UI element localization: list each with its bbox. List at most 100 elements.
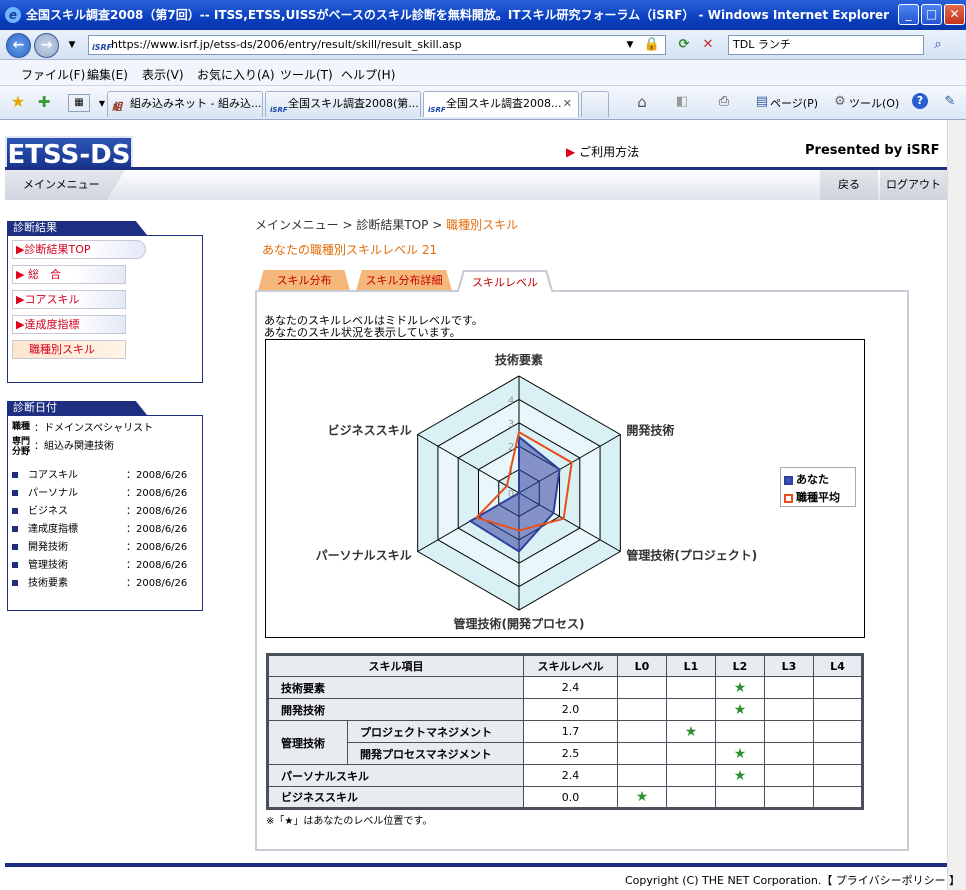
- date-row: 達成度指標 ：2008/6/26: [12, 520, 187, 535]
- level-cell: [617, 698, 667, 721]
- row-level: 2.4: [523, 764, 618, 787]
- feeds-icon[interactable]: ◧: [672, 92, 692, 112]
- radar-chart-frame: 0 1 2 3 4 技術要素 開発技術 管理技術(プロジェクト) 管理技術(開発プロセス) パーソ…: [265, 339, 865, 638]
- job-skill-link-active[interactable]: 職種別スキル: [12, 340, 126, 359]
- minimize-button[interactable]: _: [898, 4, 919, 25]
- new-tab-button[interactable]: [581, 91, 609, 117]
- history-dropdown-icon[interactable]: ▼: [62, 35, 82, 55]
- vertical-scrollbar[interactable]: [947, 120, 966, 890]
- level-cell: [764, 720, 814, 743]
- maximize-button[interactable]: □: [921, 4, 942, 25]
- address-dropdown-icon[interactable]: ▼: [620, 35, 640, 55]
- home-icon[interactable]: ⌂: [632, 92, 652, 112]
- logout-link[interactable]: ログアウト: [880, 170, 947, 200]
- site-favicon: iSRF: [92, 43, 113, 52]
- level-cell: [764, 786, 814, 809]
- group-label-management: 管理技術: [267, 720, 348, 765]
- results-header: 診断結果: [7, 221, 147, 235]
- back-button[interactable]: ←: [6, 33, 31, 58]
- radar-axis-label: パーソナルスキル: [316, 549, 412, 563]
- add-favorite-icon[interactable]: ✚: [34, 92, 54, 112]
- back-link[interactable]: 戻る: [820, 170, 878, 200]
- main-menu-link[interactable]: メインメニュー: [5, 170, 125, 200]
- table-row: 管理技術 プロジェクトマネジメント 1.7 ★: [267, 720, 863, 765]
- refresh-icon[interactable]: ⟳: [674, 35, 694, 55]
- close-window-button[interactable]: ✕: [944, 4, 965, 25]
- result-top-link[interactable]: ▶診断結果TOP: [12, 240, 146, 259]
- table-row: 技術要素 2.4 ★: [267, 676, 863, 699]
- breadcrumb-result-top[interactable]: 診断結果TOP: [356, 218, 428, 232]
- search-icon[interactable]: ⌕: [928, 35, 948, 55]
- menu-edit[interactable]: 編集(E): [87, 66, 128, 83]
- achievement-link[interactable]: ▶達成度指標: [12, 315, 126, 334]
- star-icon: ★: [733, 701, 747, 718]
- level-cell: [764, 676, 814, 699]
- lock-icon[interactable]: 🔒: [642, 35, 662, 55]
- tools-gear-icon[interactable]: ⚙: [830, 92, 850, 112]
- level-cell: [813, 786, 863, 809]
- menu-favorites[interactable]: お気に入り(A): [197, 66, 275, 83]
- level-cell: [666, 742, 716, 765]
- menu-view[interactable]: 表示(V): [142, 66, 184, 83]
- level-cell: [617, 742, 667, 765]
- search-input[interactable]: TDL ランチ: [728, 35, 924, 55]
- tab-skill-distribution-detail[interactable]: スキル分布詳細: [356, 270, 452, 291]
- site-logo: ETSS-DS: [5, 136, 133, 170]
- favorites-star-icon[interactable]: ★: [8, 92, 28, 112]
- header-l2: L2: [715, 654, 765, 677]
- row-level: 1.7: [523, 720, 618, 743]
- star-icon: ★: [733, 679, 747, 696]
- browser-tab-2[interactable]: iSRF 全国スキル調査2008(第...: [265, 91, 421, 117]
- page-menu[interactable]: ページ(P): [770, 95, 818, 111]
- print-icon[interactable]: ⎙: [714, 92, 734, 112]
- research-icon[interactable]: ✎: [940, 92, 960, 112]
- job-label: 職種: [12, 422, 31, 432]
- tools-menu[interactable]: ツール(O): [849, 95, 899, 111]
- overall-link[interactable]: ▶ 総 合: [12, 265, 126, 284]
- page-icon[interactable]: ▤: [752, 92, 772, 112]
- bullet-icon: [12, 526, 18, 532]
- radar-axis-label: 管理技術(プロジェクト): [626, 548, 757, 563]
- star-icon: ★: [684, 723, 698, 740]
- breadcrumb-current: 職種別スキル: [446, 218, 519, 232]
- star-icon: ★: [733, 767, 747, 784]
- header-skill-item: スキル項目: [267, 654, 524, 677]
- radar-axis-label: ビジネススキル: [328, 423, 412, 438]
- site-nav-bar: [5, 170, 947, 200]
- radar-axis-label: 技術要素: [495, 352, 543, 367]
- bullet-icon: [12, 472, 18, 478]
- legend-swatch: [784, 493, 793, 503]
- browser-tab-3-active[interactable]: iSRF 全国スキル調査2008... ✕: [423, 91, 579, 117]
- window-title: 全国スキル調査2008（第7回）-- ITSS,ETSS,UISSがベースのスキ…: [26, 8, 890, 22]
- browser-tab-1[interactable]: 組 組み込みネット - 組み込...: [107, 91, 263, 117]
- menu-help[interactable]: ヘルプ(H): [341, 66, 395, 83]
- breadcrumb-main-menu[interactable]: メインメニュー: [255, 218, 339, 232]
- usage-guide-link[interactable]: ▶ ご利用方法: [566, 143, 639, 160]
- forward-button[interactable]: →: [34, 33, 59, 58]
- radar-tick-label: 2: [508, 442, 514, 453]
- header-skill-level: スキルレベル: [523, 654, 618, 677]
- date-row: コアスキル ：2008/6/26: [12, 466, 187, 481]
- address-bar[interactable]: iSRF https://www.isrf.jp/etss-ds/2006/en…: [88, 35, 666, 55]
- date-row: 開発技術 ：2008/6/26: [12, 538, 187, 553]
- quick-tabs-icon[interactable]: ▦: [68, 94, 90, 112]
- row-label: ビジネススキル: [267, 786, 524, 809]
- menu-file[interactable]: ファイル(F): [21, 66, 85, 83]
- tab-favicon: 組: [112, 102, 122, 113]
- header-l1: L1: [666, 654, 716, 677]
- close-tab-icon[interactable]: ✕: [563, 92, 572, 116]
- core-skill-link[interactable]: ▶コアスキル: [12, 290, 126, 309]
- help-icon[interactable]: ?: [912, 93, 928, 109]
- menu-tools[interactable]: ツール(T): [280, 66, 333, 83]
- date-row: ビジネス ：2008/6/26: [12, 502, 187, 517]
- tab-skill-distribution[interactable]: スキル分布: [258, 270, 350, 291]
- level-cell: [764, 764, 814, 787]
- footer-divider: [5, 863, 947, 867]
- level-cell: [617, 676, 667, 699]
- level-cell: ★: [666, 720, 716, 743]
- stop-icon[interactable]: ✕: [698, 35, 718, 55]
- level-cell: [813, 676, 863, 699]
- level-cell: ★: [715, 698, 765, 721]
- legend-item-average: 職種平均: [784, 489, 840, 505]
- level-cell: ★: [715, 742, 765, 765]
